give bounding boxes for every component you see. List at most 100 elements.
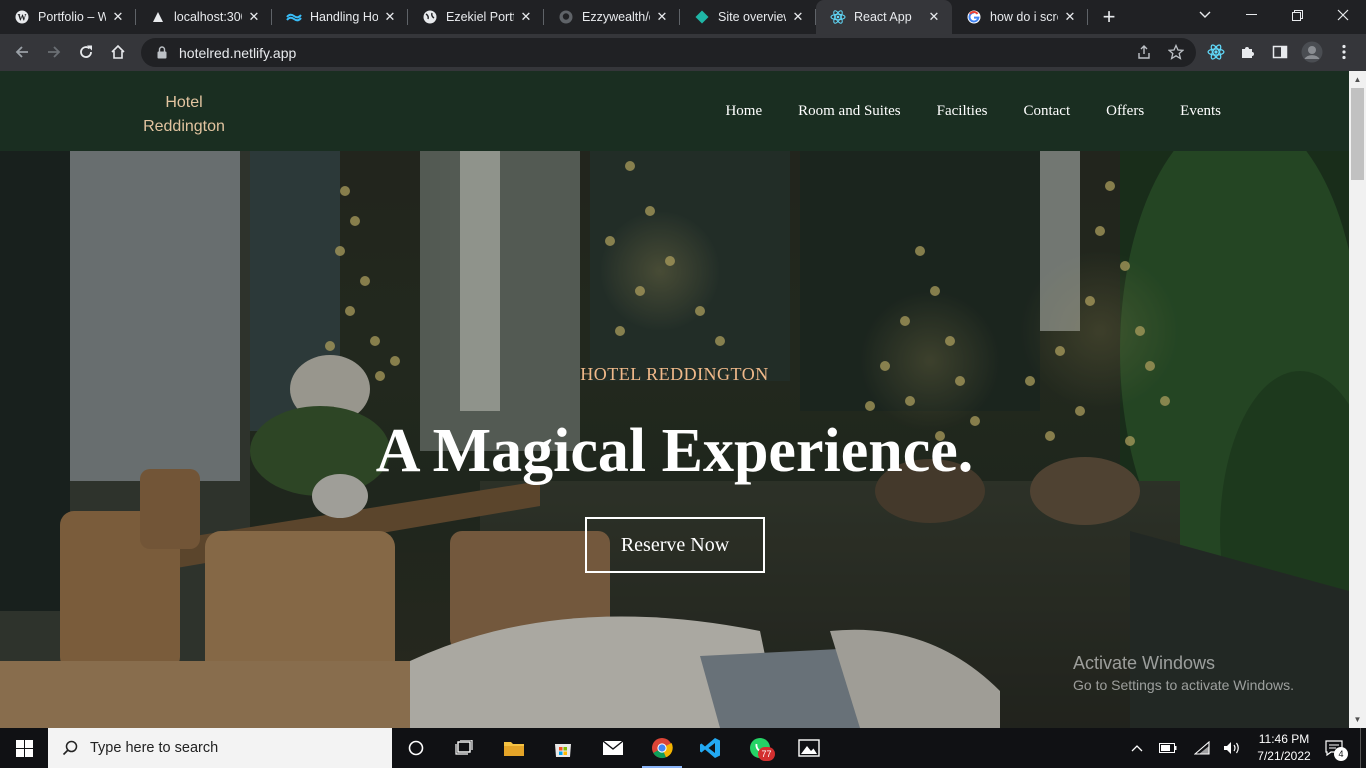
hero-headline: A Magical Experience. [375, 417, 974, 485]
microsoft-store-icon[interactable] [539, 728, 587, 768]
close-tab-icon[interactable]: ✕ [654, 9, 670, 25]
tab-search-chevron-icon[interactable] [1182, 0, 1228, 30]
nav-link-rooms-and-suites[interactable]: Room and Suites [798, 103, 901, 120]
file-explorer-icon[interactable] [490, 728, 538, 768]
vercel-triangle-icon [150, 9, 166, 25]
home-button[interactable] [104, 38, 132, 66]
close-tab-icon[interactable]: ✕ [382, 9, 398, 25]
search-placeholder: Type here to search [90, 740, 219, 756]
chrome-menu-icon[interactable] [1331, 39, 1357, 65]
show-desktop-button[interactable] [1360, 728, 1366, 768]
tab-title: Ezekiel Portfo [446, 10, 514, 24]
windows-taskbar: Type here to search 77 11:46 PM 7/21/202… [0, 728, 1366, 768]
profile-avatar[interactable] [1299, 39, 1325, 65]
site-logo[interactable]: Hotel Reddington [128, 91, 240, 139]
wifi-icon[interactable] [1190, 728, 1214, 768]
wordpress-icon: W [14, 9, 30, 25]
site-navbar: Hotel Reddington Home Room and Suites Fa… [0, 71, 1349, 151]
bookmark-star-icon[interactable] [1163, 39, 1189, 65]
vscode-icon[interactable] [686, 728, 734, 768]
close-window-button[interactable] [1320, 0, 1366, 30]
globe-icon [422, 9, 438, 25]
tab-title: Ezzywealth/d [582, 10, 650, 24]
windows-start-icon[interactable] [0, 728, 48, 768]
browser-tab-active[interactable]: React App ✕ [816, 0, 952, 34]
nav-link-events[interactable]: Events [1180, 103, 1221, 120]
activate-windows-watermark: Activate Windows Go to Settings to activ… [1073, 652, 1294, 696]
address-bar[interactable]: hotelred.netlify.app [141, 38, 1196, 67]
tab-title: React App [854, 10, 912, 24]
url-text[interactable]: hotelred.netlify.app [179, 45, 296, 61]
scroll-up-arrow-icon[interactable]: ▲ [1349, 71, 1366, 88]
restore-button[interactable] [1274, 0, 1320, 30]
back-button[interactable] [8, 38, 36, 66]
clock-time: 11:46 PM [1258, 732, 1310, 746]
close-tab-icon[interactable]: ✕ [246, 9, 262, 25]
lock-icon[interactable] [155, 46, 169, 60]
nav-link-offers[interactable]: Offers [1106, 103, 1144, 120]
nav-link-facilities[interactable]: Facilties [937, 103, 988, 120]
page-scrollbar[interactable]: ▲ ▼ [1349, 71, 1366, 728]
page-viewport: Hotel Reddington Home Room and Suites Fa… [0, 71, 1349, 728]
side-panel-icon[interactable] [1267, 39, 1293, 65]
tab-strip: W Portfolio – Wa ✕ localhost:300 ✕ Handl… [0, 0, 1366, 34]
mail-icon[interactable] [589, 728, 637, 768]
new-tab-button[interactable]: + [1092, 0, 1126, 34]
browser-tab[interactable]: Ezzywealth/d ✕ [544, 0, 680, 34]
search-icon [62, 740, 78, 756]
cortana-icon[interactable] [392, 728, 440, 768]
hero-eyebrow: HOTEL REDDINGTON [580, 364, 769, 384]
browser-toolbar: hotelred.netlify.app [0, 34, 1366, 71]
close-tab-icon[interactable]: ✕ [1062, 9, 1078, 25]
notification-count-badge: 4 [1334, 747, 1348, 761]
taskbar-clock[interactable]: 11:46 PM 7/21/2022 [1246, 731, 1322, 765]
chrome-taskbar-icon[interactable] [638, 728, 686, 768]
taskbar-search-box[interactable]: Type here to search [48, 728, 392, 768]
volume-icon[interactable] [1220, 728, 1244, 768]
browser-tab[interactable]: W Portfolio – Wa ✕ [0, 0, 136, 34]
browser-tab[interactable]: localhost:300 ✕ [136, 0, 272, 34]
scroll-down-arrow-icon[interactable]: ▼ [1349, 711, 1366, 728]
tab-title: how do i scre [990, 10, 1058, 24]
task-view-icon[interactable] [440, 728, 488, 768]
hero-section: HOTEL REDDINGTON A Magical Experience. R… [0, 151, 1349, 728]
tab-title: Site overview [718, 10, 786, 24]
browser-tab[interactable]: Handling How ✕ [272, 0, 408, 34]
browser-tab[interactable]: Ezekiel Portfo ✕ [408, 0, 544, 34]
close-tab-icon[interactable]: ✕ [518, 9, 534, 25]
brand-line-1: Hotel [165, 94, 203, 111]
react-icon [830, 9, 846, 25]
nav-link-home[interactable]: Home [725, 103, 762, 120]
tab-title: Portfolio – Wa [38, 10, 106, 24]
minimize-button[interactable] [1228, 0, 1274, 30]
battery-icon[interactable] [1156, 728, 1180, 768]
close-tab-icon[interactable]: ✕ [110, 9, 126, 25]
nav-links: Home Room and Suites Facilties Contact O… [725, 71, 1221, 151]
photos-icon[interactable] [785, 728, 833, 768]
brand-line-2: Reddington [143, 118, 225, 135]
tab-title: localhost:300 [174, 10, 242, 24]
github-icon [558, 9, 574, 25]
browser-tab[interactable]: Site overview ✕ [680, 0, 816, 34]
netlify-icon [694, 9, 710, 25]
forward-button[interactable] [40, 38, 68, 66]
react-devtools-icon[interactable] [1203, 39, 1229, 65]
reload-button[interactable] [72, 38, 100, 66]
watermark-line-1: Activate Windows [1073, 653, 1216, 673]
notification-center-icon[interactable]: 4 [1320, 728, 1348, 768]
close-tab-icon[interactable]: ✕ [790, 9, 806, 25]
reserve-now-button[interactable]: Reserve Now [585, 517, 765, 573]
nav-link-contact[interactable]: Contact [1023, 103, 1070, 120]
close-tab-icon[interactable]: ✕ [926, 9, 942, 25]
svg-text:W: W [18, 13, 27, 23]
browser-tab[interactable]: how do i scre ✕ [952, 0, 1088, 34]
whatsapp-icon[interactable]: 77 [736, 728, 784, 768]
google-icon [966, 9, 982, 25]
extensions-puzzle-icon[interactable] [1235, 39, 1261, 65]
share-icon[interactable] [1131, 39, 1157, 65]
scrollbar-thumb[interactable] [1351, 88, 1364, 180]
clock-date: 7/21/2022 [1257, 749, 1311, 763]
watermark-line-2: Go to Settings to activate Windows. [1073, 677, 1294, 693]
tab-title: Handling How [310, 10, 378, 24]
tray-chevron-up-icon[interactable] [1126, 728, 1148, 768]
